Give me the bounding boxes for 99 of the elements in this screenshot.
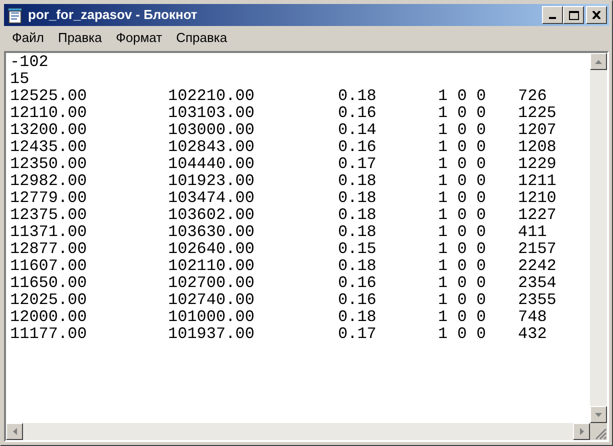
text-line: 11650.00 — [10, 275, 87, 292]
text-line: 726 — [518, 88, 547, 105]
maximize-icon — [568, 10, 578, 20]
menu-item[interactable]: Формат — [108, 28, 170, 48]
text-line: 103630.00 — [168, 224, 254, 241]
text-line: 1 0 0 — [438, 173, 486, 190]
text-line: 103000.00 — [168, 122, 254, 139]
text-line: 2354 — [518, 275, 556, 292]
text-line: 104440.00 — [168, 156, 254, 173]
text-line: 1210 — [518, 190, 556, 207]
close-button[interactable] — [586, 6, 607, 24]
left-arrow-icon — [12, 428, 16, 435]
vertical-scrollbar[interactable] — [590, 53, 607, 423]
text-line: 1 0 0 — [438, 190, 486, 207]
text-line: 12025.00 — [10, 292, 87, 309]
text-line: 0.18 — [338, 88, 376, 105]
text-line: 1 0 0 — [438, 258, 486, 275]
text-line: 1 0 0 — [438, 105, 486, 122]
text-line: 0.14 — [338, 122, 376, 139]
minimize-button[interactable] — [542, 6, 563, 24]
text-line: 12877.00 — [10, 241, 87, 258]
text-line: 0.16 — [338, 275, 376, 292]
text-line: 13200.00 — [10, 122, 87, 139]
text-line: 1 0 0 — [438, 326, 486, 343]
text-line: 12435.00 — [10, 139, 87, 156]
text-line: 0.18 — [338, 207, 376, 224]
text-line: 0.15 — [338, 241, 376, 258]
text-line: 103103.00 — [168, 105, 254, 122]
text-line: 0.16 — [338, 139, 376, 156]
text-line: 1 0 0 — [438, 207, 486, 224]
text-line: 11177.00 — [10, 326, 87, 343]
text-line: 1 0 0 — [438, 224, 486, 241]
text-line: 1 0 0 — [438, 241, 486, 258]
scroll-right-button[interactable] — [573, 423, 590, 440]
text-line: 0.17 — [338, 156, 376, 173]
scroll-up-button[interactable] — [590, 53, 607, 70]
text-line: 101937.00 — [168, 326, 254, 343]
text-line: 102843.00 — [168, 139, 254, 156]
text-line: 411 — [518, 224, 547, 241]
text-line: 0.18 — [338, 173, 376, 190]
text-line: 1211 — [518, 173, 556, 190]
text-line: 432 — [518, 326, 547, 343]
horizontal-scrollbar[interactable] — [6, 423, 590, 440]
text-line: 1208 — [518, 139, 556, 156]
text-line: -102 — [10, 54, 48, 71]
text-line: 0.18 — [338, 190, 376, 207]
text-line: 12375.00 — [10, 207, 87, 224]
text-line: 1 0 0 — [438, 139, 486, 156]
notepad-icon — [7, 6, 24, 24]
text-line: 102740.00 — [168, 292, 254, 309]
text-line: 12000.00 — [10, 309, 87, 326]
text-line: 101000.00 — [168, 309, 254, 326]
text-line: 15 — [10, 71, 30, 88]
menu-item[interactable]: Файл — [5, 28, 51, 48]
text-line: 103602.00 — [168, 207, 254, 224]
text-line: 102210.00 — [168, 88, 254, 105]
text-line: 1227 — [518, 207, 556, 224]
text-line: 11371.00 — [10, 224, 87, 241]
text-line: 0.17 — [338, 326, 376, 343]
resize-grip-icon[interactable] — [595, 428, 607, 440]
text-line: 12982.00 — [10, 173, 87, 190]
menu-item[interactable]: Справка — [169, 28, 234, 48]
text-line: 748 — [518, 309, 547, 326]
up-arrow-icon — [595, 60, 602, 64]
maximize-button[interactable] — [563, 6, 584, 24]
window-title: por_for_zapasov - Блокнот — [28, 6, 198, 24]
text-line: 102640.00 — [168, 241, 254, 258]
text-line: 1225 — [518, 105, 556, 122]
text-line: 103474.00 — [168, 190, 254, 207]
text-line: 1 0 0 — [438, 275, 486, 292]
text-line: 12779.00 — [10, 190, 87, 207]
text-line: 102700.00 — [168, 275, 254, 292]
text-line: 1 0 0 — [438, 309, 486, 326]
menu-item[interactable]: Правка — [50, 28, 109, 48]
text-line: 1 0 0 — [438, 122, 486, 139]
text-line: 2242 — [518, 258, 556, 275]
scroll-down-button[interactable] — [590, 406, 607, 423]
text-line: 101923.00 — [168, 173, 254, 190]
right-arrow-icon — [580, 428, 584, 435]
down-arrow-icon — [595, 412, 602, 416]
text-line: 0.18 — [338, 224, 376, 241]
text-line: 0.18 — [338, 309, 376, 326]
text-line: 12110.00 — [10, 105, 87, 122]
text-line: 1 0 0 — [438, 88, 486, 105]
close-icon — [592, 11, 601, 19]
text-line: 102110.00 — [168, 258, 254, 275]
text-line: 12350.00 — [10, 156, 87, 173]
text-line: 1229 — [518, 156, 556, 173]
text-line: 0.18 — [338, 258, 376, 275]
text-line: 2355 — [518, 292, 556, 309]
text-line: 2157 — [518, 241, 556, 258]
text-line: 0.16 — [338, 292, 376, 309]
text-line: 12525.00 — [10, 88, 87, 105]
text-line: 0.16 — [338, 105, 376, 122]
text-line: 11607.00 — [10, 258, 87, 275]
scroll-left-button[interactable] — [6, 423, 23, 440]
text-line: 1 0 0 — [438, 156, 486, 173]
text-line: 1 0 0 — [438, 292, 486, 309]
text-line: 1207 — [518, 122, 556, 139]
